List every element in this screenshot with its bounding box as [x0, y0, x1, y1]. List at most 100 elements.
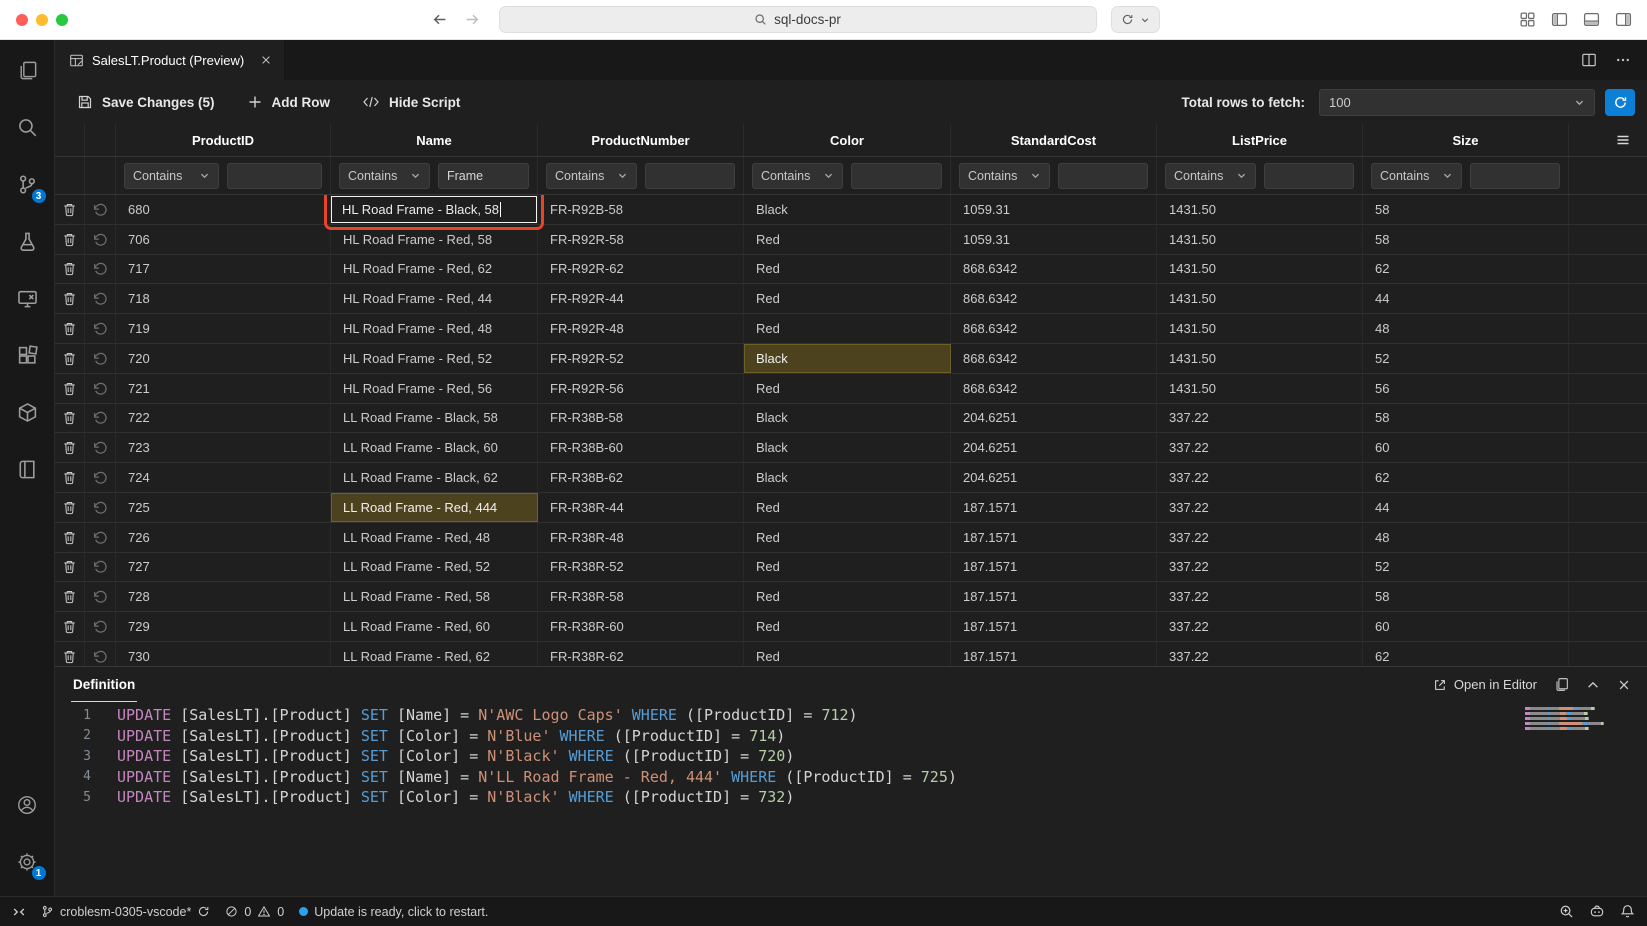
cell-productnumber[interactable]: FR-R38R-48 — [538, 523, 744, 552]
cell-productnumber[interactable]: FR-R38B-60 — [538, 433, 744, 462]
cell-productnumber[interactable]: FR-R38R-52 — [538, 553, 744, 582]
activity-bar-item-source-control[interactable]: 3 — [0, 156, 55, 213]
cell-standardcost[interactable]: 187.1571 — [951, 493, 1157, 522]
cell-name[interactable]: LL Road Frame - Red, 444 — [331, 493, 538, 522]
cell-color[interactable]: Red — [744, 314, 951, 343]
total-rows-input[interactable]: 100 — [1319, 89, 1595, 116]
undo-row-button[interactable] — [85, 225, 116, 254]
cell-productnumber[interactable]: FR-R92R-44 — [538, 284, 744, 313]
undo-row-button[interactable] — [85, 284, 116, 313]
cell-standardcost[interactable]: 868.6342 — [951, 344, 1157, 373]
remote-indicator[interactable] — [12, 905, 26, 919]
undo-row-button[interactable] — [85, 553, 116, 582]
command-center-search[interactable]: sql-docs-pr — [499, 6, 1097, 33]
layout-grid-icon[interactable] — [1519, 11, 1536, 28]
filter-operator-select-productid[interactable]: Contains — [124, 163, 219, 189]
add-row-button[interactable]: Add Row — [247, 94, 331, 110]
filter-operator-select-name[interactable]: Contains — [339, 163, 430, 189]
branch-status-item[interactable]: croblesm-0305-vscode* — [41, 905, 210, 919]
column-header-productid[interactable]: ProductID — [116, 124, 331, 156]
cell-productnumber[interactable]: FR-R38B-58 — [538, 404, 744, 433]
bell-icon[interactable] — [1620, 904, 1635, 919]
filter-value-input-size[interactable] — [1470, 163, 1561, 189]
column-header-size[interactable]: Size — [1363, 124, 1569, 156]
cell-productnumber[interactable]: FR-R38R-44 — [538, 493, 744, 522]
activity-bar-item-run-debug[interactable] — [0, 213, 55, 270]
filter-operator-select-color[interactable]: Contains — [752, 163, 843, 189]
cell-color[interactable]: Red — [744, 374, 951, 403]
cell-standardcost[interactable]: 187.1571 — [951, 642, 1157, 666]
filter-operator-select-size[interactable]: Contains — [1371, 163, 1462, 189]
cell-color[interactable]: Black — [744, 463, 951, 492]
undo-row-button[interactable] — [85, 523, 116, 552]
sql-code-editor[interactable]: 1UPDATE [SalesLT].[Product] SET [Name] =… — [55, 702, 1647, 896]
filter-value-input-standardcost[interactable] — [1058, 163, 1149, 189]
cell-productid[interactable]: 726 — [116, 523, 331, 552]
delete-row-button[interactable] — [55, 314, 85, 343]
close-panel-icon[interactable] — [1617, 678, 1631, 692]
cell-color[interactable]: Black — [744, 433, 951, 462]
refresh-button[interactable] — [1605, 89, 1635, 116]
update-ready-item[interactable]: Update is ready, click to restart. — [299, 905, 488, 919]
cell-size[interactable]: 58 — [1363, 404, 1569, 433]
cell-listprice[interactable]: 337.22 — [1157, 463, 1363, 492]
cell-size[interactable]: 62 — [1363, 255, 1569, 284]
cell-productid[interactable]: 680 — [116, 195, 331, 224]
cell-color[interactable]: Red — [744, 582, 951, 611]
cell-productnumber[interactable]: FR-R38R-62 — [538, 642, 744, 666]
cell-name[interactable]: HL Road Frame - Red, 48 — [331, 314, 538, 343]
delete-row-button[interactable] — [55, 344, 85, 373]
copy-icon[interactable] — [1554, 677, 1569, 692]
delete-row-button[interactable] — [55, 553, 85, 582]
cell-size[interactable]: 60 — [1363, 612, 1569, 641]
cell-size[interactable]: 44 — [1363, 493, 1569, 522]
cell-name[interactable]: LL Road Frame - Red, 62 — [331, 642, 538, 666]
cell-color[interactable]: Black — [744, 195, 951, 224]
delete-row-button[interactable] — [55, 463, 85, 492]
close-window-button[interactable] — [16, 14, 28, 26]
filter-operator-select-standardcost[interactable]: Contains — [959, 163, 1050, 189]
cell-listprice[interactable]: 337.22 — [1157, 523, 1363, 552]
problems-status-item[interactable]: 0 0 — [225, 905, 284, 919]
cell-name[interactable]: LL Road Frame - Black, 58 — [331, 404, 538, 433]
column-header-name[interactable]: Name — [331, 124, 538, 156]
cell-listprice[interactable]: 1431.50 — [1157, 195, 1363, 224]
activity-bar-item-explorer[interactable] — [0, 42, 55, 99]
cell-size[interactable]: 62 — [1363, 642, 1569, 666]
undo-row-button[interactable] — [85, 433, 116, 462]
undo-row-button[interactable] — [85, 582, 116, 611]
cell-name[interactable]: HL Road Frame - Red, 58 — [331, 225, 538, 254]
cell-standardcost[interactable]: 187.1571 — [951, 582, 1157, 611]
save-changes-button[interactable]: Save Changes (5) — [77, 94, 215, 110]
cell-size[interactable]: 58 — [1363, 195, 1569, 224]
cell-color[interactable]: Black — [744, 344, 951, 373]
delete-row-button[interactable] — [55, 612, 85, 641]
zoom-in-icon[interactable] — [1559, 904, 1574, 919]
delete-row-button[interactable] — [55, 195, 85, 224]
cell-standardcost[interactable]: 868.6342 — [951, 314, 1157, 343]
more-actions-icon[interactable] — [1615, 52, 1631, 68]
cell-productid[interactable]: 719 — [116, 314, 331, 343]
cell-productid[interactable]: 721 — [116, 374, 331, 403]
cell-productid[interactable]: 706 — [116, 225, 331, 254]
undo-row-button[interactable] — [85, 374, 116, 403]
cell-name[interactable]: LL Road Frame - Black, 60 — [331, 433, 538, 462]
cell-color[interactable]: Red — [744, 553, 951, 582]
filter-value-input-productnumber[interactable] — [645, 163, 736, 189]
cell-name[interactable]: LL Road Frame - Red, 60 — [331, 612, 538, 641]
cell-name[interactable]: HL Road Frame - Red, 52 — [331, 344, 538, 373]
cell-productnumber[interactable]: FR-R92B-58 — [538, 195, 744, 224]
copilot-icon[interactable] — [1589, 904, 1605, 919]
delete-row-button[interactable] — [55, 433, 85, 462]
activity-bar-item-extensions[interactable] — [0, 327, 55, 384]
undo-row-button[interactable] — [85, 612, 116, 641]
cell-productid[interactable]: 722 — [116, 404, 331, 433]
cell-listprice[interactable]: 337.22 — [1157, 404, 1363, 433]
cell-listprice[interactable]: 337.22 — [1157, 642, 1363, 666]
delete-row-button[interactable] — [55, 642, 85, 666]
cell-size[interactable]: 44 — [1363, 284, 1569, 313]
sync-dropdown-button[interactable] — [1111, 6, 1160, 33]
undo-row-button[interactable] — [85, 642, 116, 666]
cell-listprice[interactable]: 337.22 — [1157, 612, 1363, 641]
minimap[interactable] — [1525, 707, 1609, 732]
